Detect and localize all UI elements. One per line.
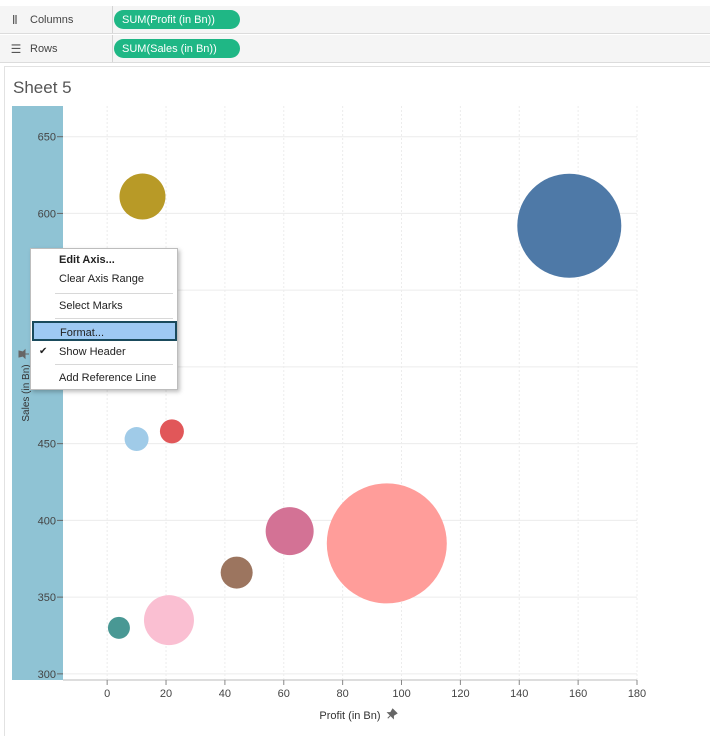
menu-item-label: Clear Axis Range bbox=[59, 273, 144, 285]
checkmark-icon: ✔ bbox=[39, 346, 48, 357]
menu-item-label: Edit Axis... bbox=[59, 254, 115, 266]
menu-separator bbox=[55, 364, 173, 365]
menu-item-label: Show Header bbox=[59, 346, 126, 358]
menu-item-select-marks[interactable]: Select Marks bbox=[31, 296, 177, 316]
x-tick-label: 120 bbox=[451, 688, 469, 700]
x-axis-label: Profit (in Bn) bbox=[319, 710, 380, 722]
scatter-point[interactable] bbox=[220, 556, 253, 589]
x-tick-label: 140 bbox=[510, 688, 528, 700]
y-tick-label: 600 bbox=[38, 208, 56, 220]
menu-item-label: Add Reference Line bbox=[59, 372, 157, 384]
scatter-point[interactable] bbox=[326, 483, 447, 604]
x-tick-label: 180 bbox=[628, 688, 646, 700]
menu-separator bbox=[55, 293, 173, 294]
y-tick-label: 350 bbox=[38, 592, 56, 604]
y-tick-label: 400 bbox=[38, 515, 56, 527]
axis-context-menu: Edit Axis... Clear Axis Range Select Mar… bbox=[30, 248, 178, 390]
scatter-point[interactable] bbox=[107, 616, 130, 639]
scatter-point[interactable] bbox=[517, 173, 622, 278]
scatter-point[interactable] bbox=[124, 427, 149, 452]
x-axis-pin-icon[interactable] bbox=[385, 708, 398, 721]
scatter-point[interactable] bbox=[119, 173, 166, 220]
x-tick-label: 60 bbox=[278, 688, 290, 700]
menu-item-show-header[interactable]: ✔ Show Header bbox=[31, 342, 177, 362]
x-axis[interactable]: 0 20 40 60 80 100 120 140 160 180 bbox=[63, 679, 646, 700]
scatter-point[interactable] bbox=[265, 507, 314, 556]
x-tick-label: 160 bbox=[569, 688, 587, 700]
scatter-point[interactable] bbox=[159, 419, 184, 444]
y-tick-label: 650 bbox=[38, 132, 56, 144]
scatter-point[interactable] bbox=[143, 595, 194, 646]
y-tick-label: 450 bbox=[38, 439, 56, 451]
y-tick-label: 300 bbox=[38, 669, 56, 681]
x-tick-label: 20 bbox=[160, 688, 172, 700]
x-tick-label: 80 bbox=[337, 688, 349, 700]
x-tick-label: 40 bbox=[219, 688, 231, 700]
menu-item-format[interactable]: Format... bbox=[32, 321, 177, 341]
x-tick-label: 100 bbox=[392, 688, 410, 700]
menu-separator bbox=[55, 318, 173, 319]
menu-item-add-reference-line[interactable]: Add Reference Line bbox=[31, 368, 177, 388]
menu-item-label: Select Marks bbox=[59, 300, 123, 312]
x-tick-label: 0 bbox=[104, 688, 110, 700]
menu-item-edit-axis[interactable]: Edit Axis... bbox=[31, 250, 177, 270]
chart-points bbox=[107, 173, 622, 646]
menu-item-clear-axis-range[interactable]: Clear Axis Range bbox=[31, 269, 177, 289]
menu-item-label: Format... bbox=[60, 327, 105, 339]
